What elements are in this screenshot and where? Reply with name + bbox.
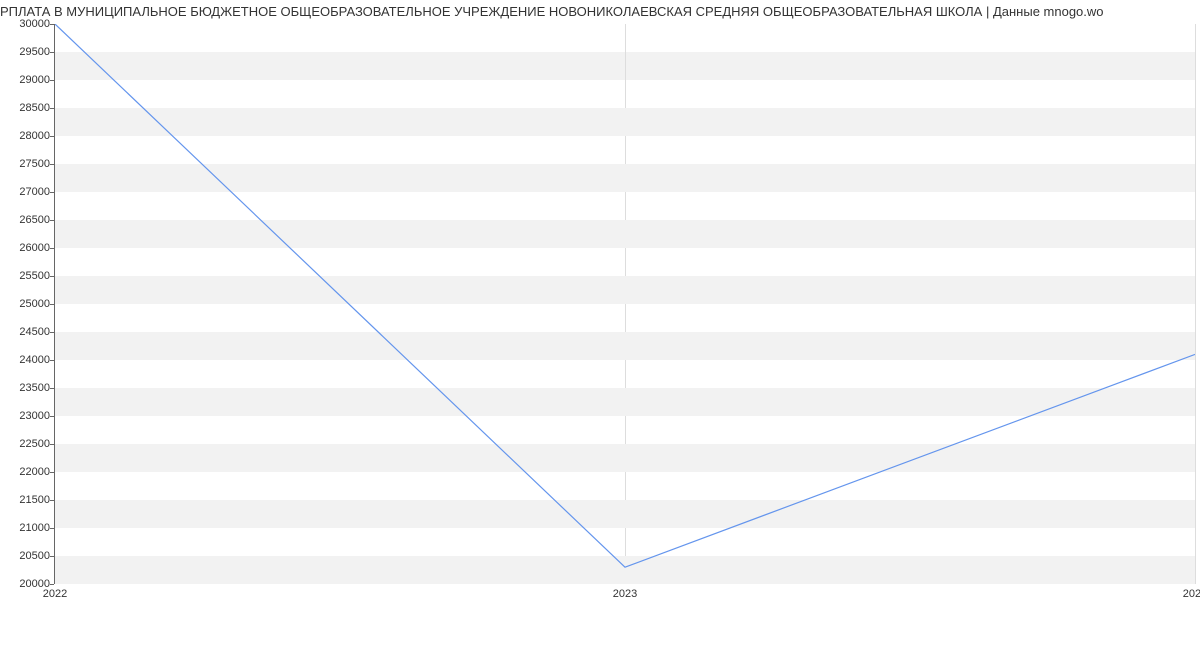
y-tick-mark bbox=[50, 164, 54, 165]
x-gridline bbox=[1195, 24, 1196, 584]
y-tick-mark bbox=[50, 304, 54, 305]
y-tick-mark bbox=[50, 388, 54, 389]
y-tick-label: 28000 bbox=[5, 130, 50, 142]
y-tick-label: 26000 bbox=[5, 242, 50, 254]
y-tick-mark bbox=[50, 136, 54, 137]
y-tick-mark bbox=[50, 52, 54, 53]
y-tick-mark bbox=[50, 416, 54, 417]
x-tick-label: 2022 bbox=[43, 588, 67, 600]
y-tick-label: 20500 bbox=[5, 550, 50, 562]
y-tick-mark bbox=[50, 584, 54, 585]
y-tick-label: 27000 bbox=[5, 186, 50, 198]
x-tick-label: 2023 bbox=[613, 588, 637, 600]
y-tick-label: 21000 bbox=[5, 522, 50, 534]
y-tick-mark bbox=[50, 80, 54, 81]
y-tick-label: 24000 bbox=[5, 354, 50, 366]
y-tick-mark bbox=[50, 500, 54, 501]
y-tick-label: 23500 bbox=[5, 382, 50, 394]
y-tick-label: 27500 bbox=[5, 158, 50, 170]
chart-container: РПЛАТА В МУНИЦИПАЛЬНОЕ БЮДЖЕТНОЕ ОБЩЕОБР… bbox=[0, 0, 1200, 650]
y-tick-mark bbox=[50, 192, 54, 193]
y-tick-label: 29500 bbox=[5, 46, 50, 58]
y-tick-mark bbox=[50, 472, 54, 473]
y-tick-label: 22500 bbox=[5, 438, 50, 450]
y-tick-label: 21500 bbox=[5, 494, 50, 506]
y-tick-mark bbox=[50, 276, 54, 277]
y-tick-label: 28500 bbox=[5, 102, 50, 114]
line-series bbox=[55, 24, 1195, 584]
y-tick-mark bbox=[50, 332, 54, 333]
chart-title: РПЛАТА В МУНИЦИПАЛЬНОЕ БЮДЖЕТНОЕ ОБЩЕОБР… bbox=[0, 4, 1200, 19]
y-tick-mark bbox=[50, 220, 54, 221]
y-tick-mark bbox=[50, 248, 54, 249]
y-tick-label: 26500 bbox=[5, 214, 50, 226]
y-tick-mark bbox=[50, 556, 54, 557]
y-tick-mark bbox=[50, 444, 54, 445]
y-tick-label: 22000 bbox=[5, 466, 50, 478]
y-tick-mark bbox=[50, 360, 54, 361]
plot-area bbox=[55, 24, 1195, 584]
y-tick-mark bbox=[50, 528, 54, 529]
y-tick-label: 30000 bbox=[5, 18, 50, 30]
y-tick-mark bbox=[50, 108, 54, 109]
y-tick-label: 24500 bbox=[5, 326, 50, 338]
y-tick-label: 23000 bbox=[5, 410, 50, 422]
y-tick-label: 29000 bbox=[5, 74, 50, 86]
y-tick-label: 25000 bbox=[5, 298, 50, 310]
x-tick-label: 2024 bbox=[1183, 588, 1200, 600]
y-tick-label: 25500 bbox=[5, 270, 50, 282]
y-tick-mark bbox=[50, 24, 54, 25]
